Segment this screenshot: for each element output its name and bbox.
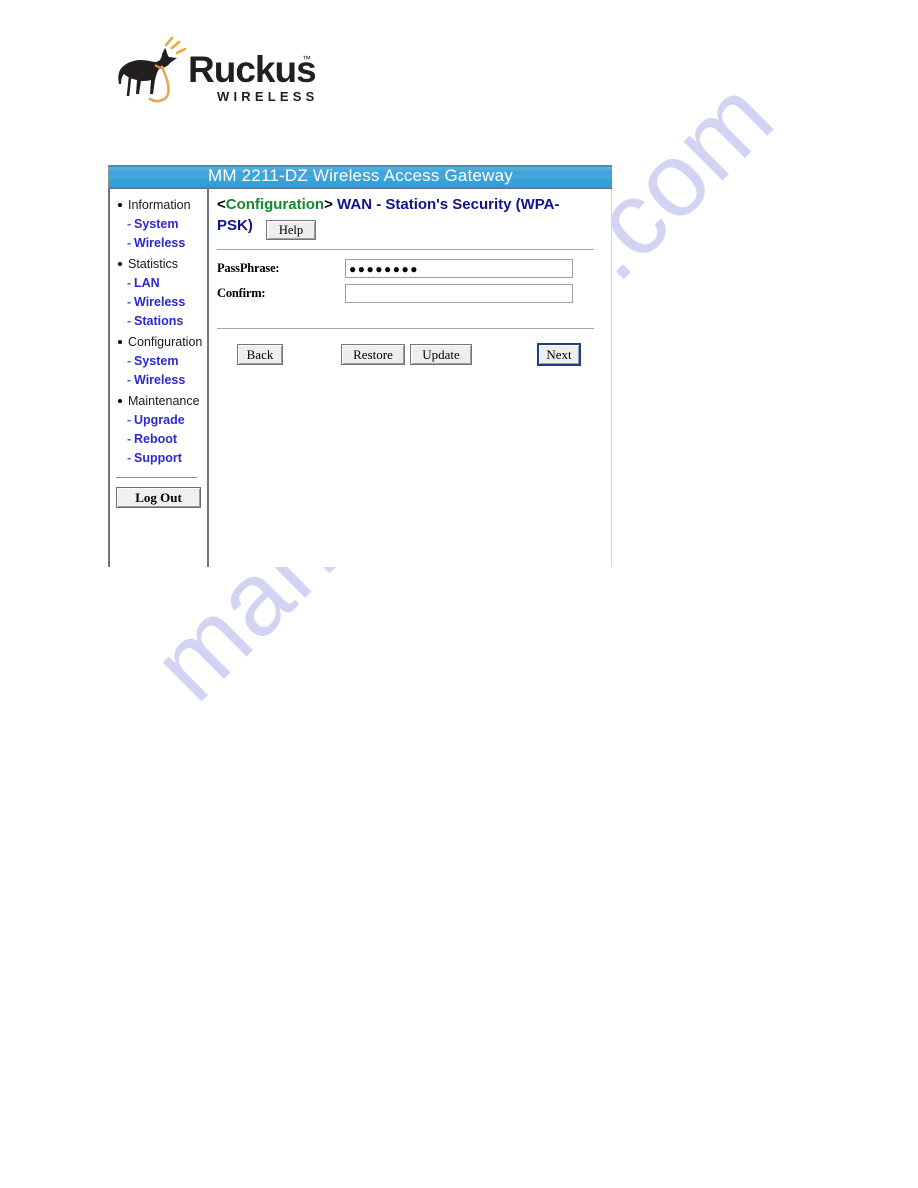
sidebar-item-maintenance-upgrade[interactable]: - Upgrade [115,411,205,430]
ruckus-dog-logo: Ruckus ™ WIRELESS [118,36,317,104]
nav-group-label: Statistics [128,257,179,271]
passphrase-row: PassPhrase: [217,259,612,278]
confirm-input[interactable] [345,284,573,303]
window-title-bar: MM 2211-DZ Wireless Access Gateway [108,165,612,189]
heading-section: Configuration [225,196,325,213]
sidebar-item-information-system[interactable]: - System [115,215,205,234]
nav-group-configuration: Configuration - System - Wireless [115,333,205,390]
svg-text:Ruckus: Ruckus [188,49,315,90]
dash-icon: - [127,217,132,231]
bullet-icon [118,203,122,207]
dash-icon: - [127,413,132,427]
dash-icon: - [127,373,132,387]
dash-icon: - [127,276,132,290]
content-area: <Configuration> WAN - Station's Security… [207,189,612,567]
nav-group-label: Information [128,198,191,212]
sidebar-item-label: LAN [134,276,160,290]
nav-group-label: Configuration [128,335,203,349]
sidebar-divider [116,477,197,478]
sidebar: Information - System - Wireless Statisti… [108,189,205,567]
nav-group-maintenance: Maintenance - Upgrade - Reboot - Support [115,392,205,468]
next-button[interactable]: Next [537,343,581,366]
confirm-row: Confirm: [217,284,612,303]
svg-text:™: ™ [302,54,311,64]
ruckus-logo: Ruckus ™ WIRELESS [110,36,317,114]
sidebar-item-label: Wireless [134,295,186,309]
nav-group-information: Information - System - Wireless [115,196,205,253]
heading-open-angle: < [217,196,226,213]
sidebar-item-label: System [134,354,179,368]
dash-icon: - [127,432,132,446]
sidebar-item-maintenance-support[interactable]: - Support [115,449,205,468]
sidebar-item-statistics-lan[interactable]: - LAN [115,274,205,293]
confirm-label: Confirm: [217,286,266,300]
security-form: PassPhrase: Confirm: [217,250,612,319]
restore-button[interactable]: Restore [341,344,405,365]
help-button[interactable]: Help [266,220,317,240]
passphrase-label: PassPhrase: [217,261,280,275]
form-divider [217,328,594,329]
logout-button[interactable]: Log Out [116,487,201,508]
passphrase-input[interactable] [345,259,573,278]
sidebar-item-information-wireless[interactable]: - Wireless [115,234,205,253]
window-title: MM 2211-DZ Wireless Access Gateway [207,166,513,185]
sidebar-item-configuration-system[interactable]: - System [115,352,205,371]
sidebar-item-label: Upgrade [134,413,185,427]
action-button-row: Back Restore Update Next [217,338,612,378]
bullet-icon [118,262,122,266]
nav-group-label: Maintenance [128,394,200,408]
sidebar-item-label: Wireless [134,373,186,387]
heading-close-angle: > [324,196,333,213]
sidebar-item-statistics-wireless[interactable]: - Wireless [115,293,205,312]
dash-icon: - [127,451,132,465]
nav-group-header: Statistics [115,255,205,274]
sidebar-item-label: System [134,217,179,231]
nav-group-header: Configuration [115,333,205,352]
back-button[interactable]: Back [237,344,283,365]
nav-group-header: Maintenance [115,392,205,411]
update-button[interactable]: Update [410,344,472,365]
content-right-edge [611,189,612,567]
bullet-icon [118,399,122,403]
nav-group-statistics: Statistics - LAN - Wireless - Stations [115,255,205,331]
sidebar-item-label: Support [134,451,182,465]
router-admin-window: MM 2211-DZ Wireless Access Gateway Infor… [108,165,612,567]
dash-icon: - [127,354,132,368]
panel-body: Information - System - Wireless Statisti… [108,189,612,567]
svg-text:WIRELESS: WIRELESS [217,89,315,104]
sidebar-item-label: Wireless [134,236,186,250]
dash-icon: - [127,314,132,328]
page-title: <Configuration> WAN - Station's Security… [217,189,612,240]
bullet-icon [118,340,122,344]
sidebar-item-label: Stations [134,314,184,328]
dash-icon: - [127,295,132,309]
sidebar-item-statistics-stations[interactable]: - Stations [115,312,205,331]
nav-group-header: Information [115,196,205,215]
dash-icon: - [127,236,132,250]
sidebar-item-configuration-wireless[interactable]: - Wireless [115,371,205,390]
sidebar-item-maintenance-reboot[interactable]: - Reboot [115,430,205,449]
sidebar-item-label: Reboot [134,432,178,446]
